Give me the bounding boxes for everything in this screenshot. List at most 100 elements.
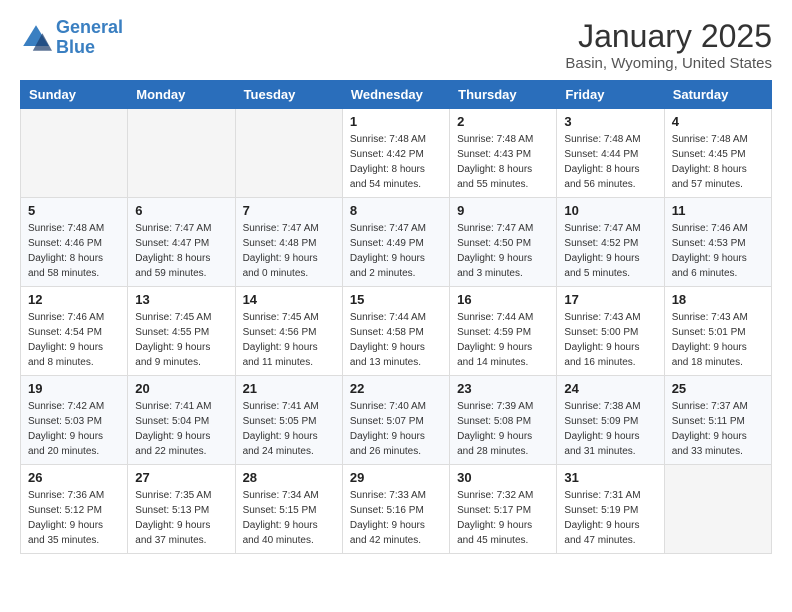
day-info: Sunrise: 7:44 AMSunset: 4:59 PMDaylight:…: [457, 310, 549, 370]
day-info: Sunrise: 7:33 AMSunset: 5:16 PMDaylight:…: [350, 488, 442, 548]
day-info: Sunrise: 7:36 AMSunset: 5:12 PMDaylight:…: [28, 488, 120, 548]
calendar-cell: 24Sunrise: 7:38 AMSunset: 5:09 PMDayligh…: [557, 376, 664, 465]
day-number: 6: [135, 203, 227, 218]
day-info: Sunrise: 7:45 AMSunset: 4:56 PMDaylight:…: [243, 310, 335, 370]
calendar-subtitle: Basin, Wyoming, United States: [565, 55, 772, 72]
calendar-week-5: 26 Sunrise: 7:36 AMSunset: 5:12 PMDayligh…: [21, 465, 772, 554]
day-number: 23: [457, 381, 549, 396]
day-number: 11: [672, 203, 764, 218]
day-info: Sunrise: 7:42 AMSunset: 5:03 PMDaylight:…: [28, 399, 120, 459]
calendar-cell: 30 Sunrise: 7:32 AMSunset: 5:17 PMDayligh…: [450, 465, 557, 554]
day-number: 20: [135, 381, 227, 396]
calendar-table: SundayMondayTuesdayWednesdayThursdayFrid…: [20, 80, 772, 554]
calendar-cell: [21, 109, 128, 198]
day-info: Sunrise: 7:41 AMSunset: 5:05 PMDaylight:…: [243, 399, 335, 459]
day-info: Sunrise: 7:31 AMSunset: 5:19 PMDaylight:…: [564, 488, 656, 548]
day-number: 8: [350, 203, 442, 218]
day-number: 22: [350, 381, 442, 396]
calendar-cell: 17Sunrise: 7:43 AMSunset: 5:00 PMDayligh…: [557, 287, 664, 376]
calendar-cell: 28Sunrise: 7:34 AMSunset: 5:15 PMDayligh…: [235, 465, 342, 554]
day-info: Sunrise: 7:46 AMSunset: 4:53 PMDaylight:…: [672, 221, 764, 281]
calendar-cell: 29 Sunrise: 7:33 AMSunset: 5:16 PMDayligh…: [342, 465, 449, 554]
calendar-cell: 16 Sunrise: 7:44 AMSunset: 4:59 PMDayligh…: [450, 287, 557, 376]
calendar-cell: 1 Sunrise: 7:48 AMSunset: 4:42 PMDaylight…: [342, 109, 449, 198]
calendar-title: January 2025: [565, 18, 772, 55]
weekday-header-wednesday: Wednesday: [342, 81, 449, 109]
day-info: Sunrise: 7:48 AMSunset: 4:43 PMDaylight:…: [457, 132, 549, 192]
day-number: 4: [672, 114, 764, 129]
calendar-cell: 2 Sunrise: 7:48 AMSunset: 4:43 PMDaylight…: [450, 109, 557, 198]
day-number: 19: [28, 381, 120, 396]
day-number: 29: [350, 470, 442, 485]
calendar-cell: 26 Sunrise: 7:36 AMSunset: 5:12 PMDayligh…: [21, 465, 128, 554]
day-number: 10: [564, 203, 656, 218]
day-info: Sunrise: 7:44 AMSunset: 4:58 PMDaylight:…: [350, 310, 442, 370]
calendar-body: 1 Sunrise: 7:48 AMSunset: 4:42 PMDaylight…: [21, 109, 772, 554]
day-info: Sunrise: 7:39 AMSunset: 5:08 PMDaylight:…: [457, 399, 549, 459]
logo-icon: [20, 22, 52, 54]
calendar-cell: 3 Sunrise: 7:48 AMSunset: 4:44 PMDaylight…: [557, 109, 664, 198]
calendar-cell: 23 Sunrise: 7:39 AMSunset: 5:08 PMDayligh…: [450, 376, 557, 465]
day-info: Sunrise: 7:40 AMSunset: 5:07 PMDaylight:…: [350, 399, 442, 459]
day-info: Sunrise: 7:35 AMSunset: 5:13 PMDaylight:…: [135, 488, 227, 548]
day-number: 21: [243, 381, 335, 396]
calendar-cell: 15Sunrise: 7:44 AMSunset: 4:58 PMDayligh…: [342, 287, 449, 376]
calendar-cell: [128, 109, 235, 198]
calendar-cell: 14 Sunrise: 7:45 AMSunset: 4:56 PMDayligh…: [235, 287, 342, 376]
day-number: 1: [350, 114, 442, 129]
calendar-cell: 4 Sunrise: 7:48 AMSunset: 4:45 PMDaylight…: [664, 109, 771, 198]
day-info: Sunrise: 7:41 AMSunset: 5:04 PMDaylight:…: [135, 399, 227, 459]
calendar-header: SundayMondayTuesdayWednesdayThursdayFrid…: [21, 81, 772, 109]
calendar-week-3: 12 Sunrise: 7:46 AMSunset: 4:54 PMDayligh…: [21, 287, 772, 376]
calendar-cell: 5 Sunrise: 7:48 AMSunset: 4:46 PMDaylight…: [21, 198, 128, 287]
weekday-header-sunday: Sunday: [21, 81, 128, 109]
calendar-cell: 11 Sunrise: 7:46 AMSunset: 4:53 PMDayligh…: [664, 198, 771, 287]
day-number: 27: [135, 470, 227, 485]
calendar-cell: 9 Sunrise: 7:47 AMSunset: 4:50 PMDaylight…: [450, 198, 557, 287]
calendar-week-1: 1 Sunrise: 7:48 AMSunset: 4:42 PMDaylight…: [21, 109, 772, 198]
calendar-cell: 7Sunrise: 7:47 AMSunset: 4:48 PMDaylight…: [235, 198, 342, 287]
day-info: Sunrise: 7:47 AMSunset: 4:48 PMDaylight:…: [243, 221, 335, 281]
day-number: 12: [28, 292, 120, 307]
day-info: Sunrise: 7:46 AMSunset: 4:54 PMDaylight:…: [28, 310, 120, 370]
page: General Blue January 2025 Basin, Wyoming…: [0, 0, 792, 564]
calendar-cell: 31Sunrise: 7:31 AMSunset: 5:19 PMDayligh…: [557, 465, 664, 554]
day-info: Sunrise: 7:48 AMSunset: 4:42 PMDaylight:…: [350, 132, 442, 192]
day-number: 5: [28, 203, 120, 218]
day-number: 9: [457, 203, 549, 218]
logo-text: General Blue: [56, 18, 123, 58]
day-number: 16: [457, 292, 549, 307]
day-number: 26: [28, 470, 120, 485]
day-info: Sunrise: 7:38 AMSunset: 5:09 PMDaylight:…: [564, 399, 656, 459]
day-info: Sunrise: 7:32 AMSunset: 5:17 PMDaylight:…: [457, 488, 549, 548]
day-number: 14: [243, 292, 335, 307]
calendar-cell: 25 Sunrise: 7:37 AMSunset: 5:11 PMDayligh…: [664, 376, 771, 465]
day-number: 30: [457, 470, 549, 485]
day-info: Sunrise: 7:45 AMSunset: 4:55 PMDaylight:…: [135, 310, 227, 370]
day-number: 3: [564, 114, 656, 129]
day-number: 25: [672, 381, 764, 396]
day-info: Sunrise: 7:37 AMSunset: 5:11 PMDaylight:…: [672, 399, 764, 459]
calendar-cell: 6 Sunrise: 7:47 AMSunset: 4:47 PMDaylight…: [128, 198, 235, 287]
calendar-week-2: 5 Sunrise: 7:48 AMSunset: 4:46 PMDaylight…: [21, 198, 772, 287]
calendar-cell: 19 Sunrise: 7:42 AMSunset: 5:03 PMDayligh…: [21, 376, 128, 465]
header: General Blue January 2025 Basin, Wyoming…: [20, 18, 772, 72]
weekday-header-monday: Monday: [128, 81, 235, 109]
weekday-header-thursday: Thursday: [450, 81, 557, 109]
day-number: 2: [457, 114, 549, 129]
day-info: Sunrise: 7:48 AMSunset: 4:44 PMDaylight:…: [564, 132, 656, 192]
calendar-cell: [235, 109, 342, 198]
day-info: Sunrise: 7:48 AMSunset: 4:45 PMDaylight:…: [672, 132, 764, 192]
calendar-cell: 12 Sunrise: 7:46 AMSunset: 4:54 PMDayligh…: [21, 287, 128, 376]
day-number: 28: [243, 470, 335, 485]
calendar-cell: [664, 465, 771, 554]
day-info: Sunrise: 7:47 AMSunset: 4:50 PMDaylight:…: [457, 221, 549, 281]
day-info: Sunrise: 7:47 AMSunset: 4:49 PMDaylight:…: [350, 221, 442, 281]
calendar-cell: 21 Sunrise: 7:41 AMSunset: 5:05 PMDayligh…: [235, 376, 342, 465]
calendar-cell: 8 Sunrise: 7:47 AMSunset: 4:49 PMDaylight…: [342, 198, 449, 287]
day-info: Sunrise: 7:48 AMSunset: 4:46 PMDaylight:…: [28, 221, 120, 281]
day-info: Sunrise: 7:43 AMSunset: 5:01 PMDaylight:…: [672, 310, 764, 370]
day-info: Sunrise: 7:43 AMSunset: 5:00 PMDaylight:…: [564, 310, 656, 370]
day-info: Sunrise: 7:47 AMSunset: 4:47 PMDaylight:…: [135, 221, 227, 281]
logo: General Blue: [20, 18, 123, 58]
